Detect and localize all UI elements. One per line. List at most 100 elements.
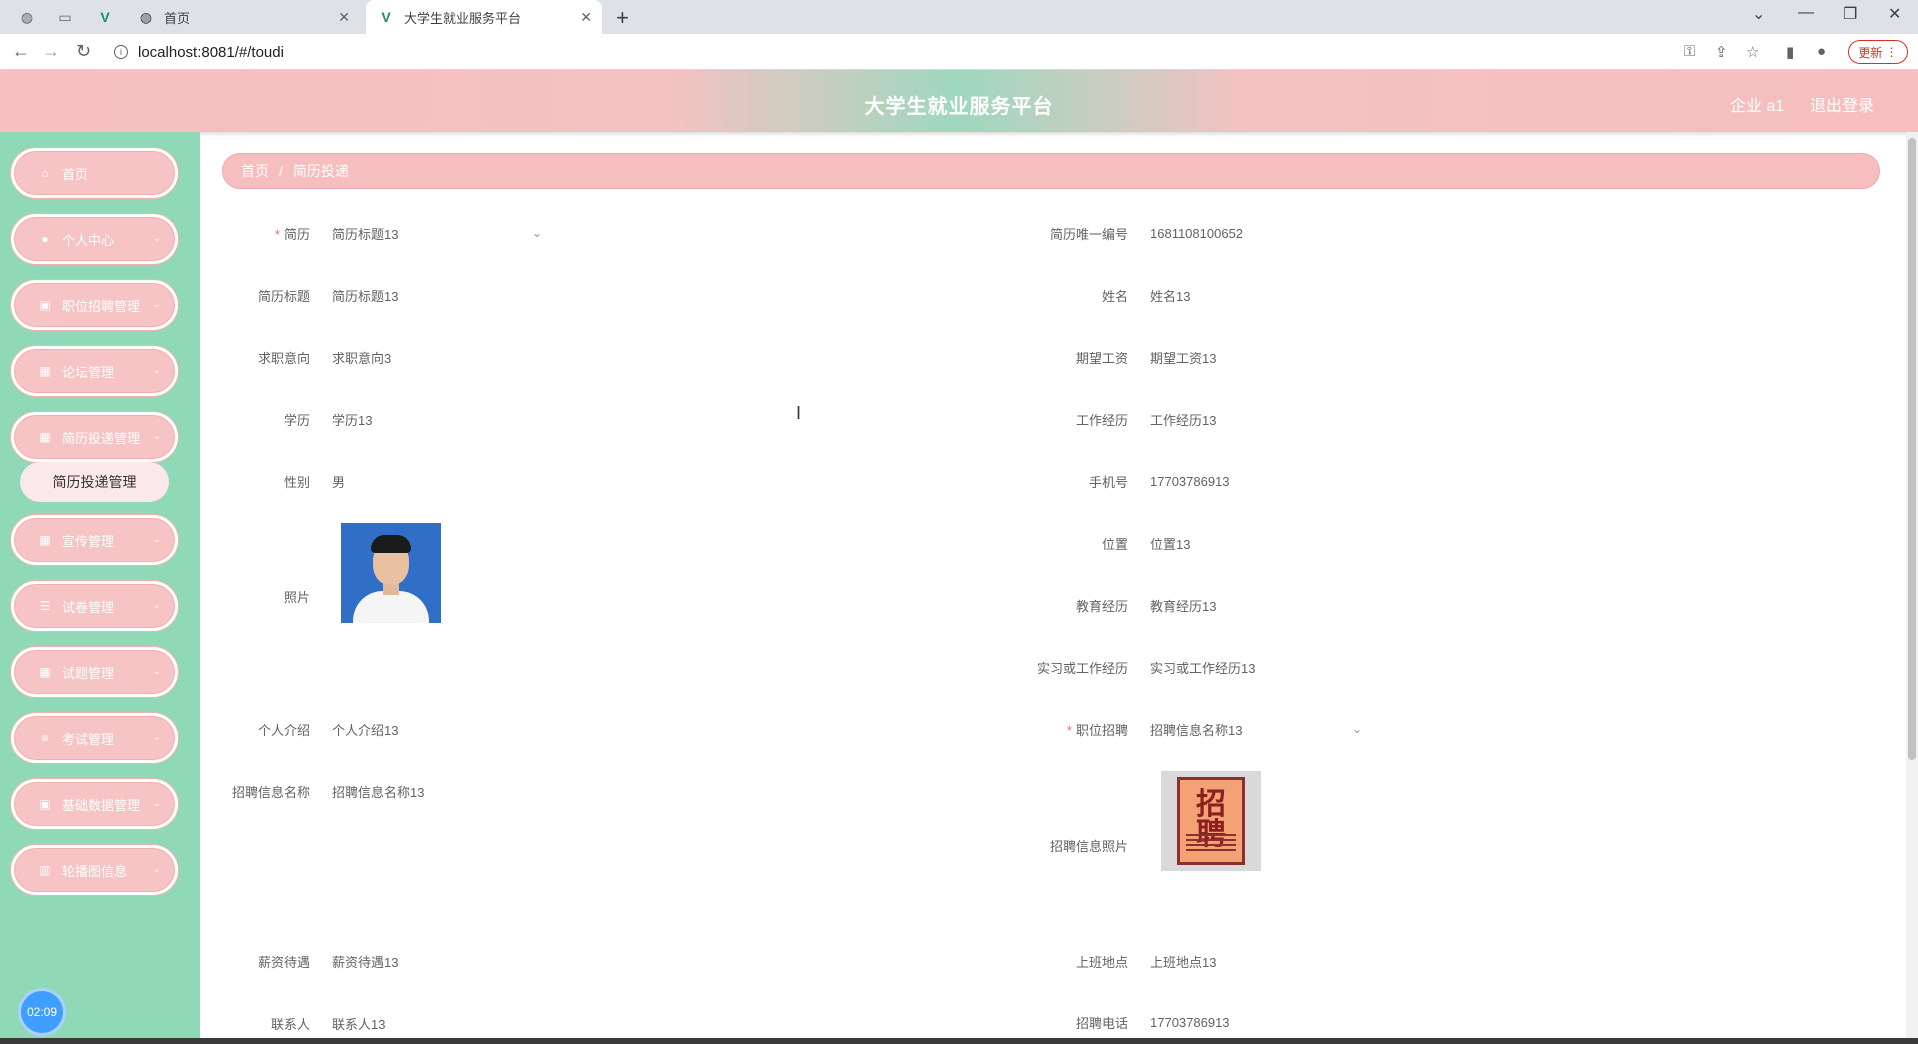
field-education: 学历 学历13 xyxy=(283,412,373,428)
sidebar-item-exams[interactable]: ≡ 考试管理 ⌄ xyxy=(11,713,178,763)
field-resume-id: 简历唯一编号 1681108100652 xyxy=(1049,225,1244,242)
text-cursor-icon: I xyxy=(796,403,802,423)
chevron-down-icon[interactable]: ⌄ xyxy=(1352,722,1362,736)
grid-icon: ▦ xyxy=(39,665,51,679)
field-job-intention: 求职意向 求职意向3 xyxy=(257,350,392,366)
tab-active[interactable]: V 大学生就业服务平台 ✕ xyxy=(366,0,602,34)
grid-icon: ▦ xyxy=(39,430,51,444)
sidebar-item-personal-center[interactable]: ● 个人中心 ⌄ xyxy=(11,214,178,264)
sidebar-item-home[interactable]: ⌂ 首页 xyxy=(11,148,178,198)
field-self-intro: 个人介绍 个人介绍13 xyxy=(257,722,399,738)
resume-photo xyxy=(341,523,441,623)
scrollbar-thumb[interactable] xyxy=(1908,138,1916,760)
field-job-posting: * 职位招聘 招聘信息名称13 xyxy=(1020,717,1243,741)
chevron-down-icon[interactable]: ⌄ xyxy=(532,226,542,240)
chevron-down-icon: ⌄ xyxy=(152,732,161,743)
field-photo-label: 照片 xyxy=(283,589,310,605)
sidebar-item-base-data[interactable]: ▣ 基础数据管理 ⌄ xyxy=(11,779,178,829)
sidebar-item-papers[interactable]: ☰ 试卷管理 ⌄ xyxy=(11,581,178,631)
resume-select[interactable]: 简历标题13 xyxy=(332,224,398,243)
tab-home[interactable]: ◍ 首页 ✕ xyxy=(128,0,360,34)
job-posting-select[interactable]: 招聘信息名称13 xyxy=(1150,720,1242,739)
key-icon[interactable]: ⚿ xyxy=(1684,43,1695,60)
sidebar-item-resume-delivery[interactable]: ▦ 简历投递管理 ⌄ xyxy=(11,412,178,462)
recruit-poster-image: 招聘 xyxy=(1161,771,1261,871)
list-icon: ≡ xyxy=(41,731,49,745)
field-work-experience: 工作经历 工作经历13 xyxy=(1075,412,1217,428)
page-scrollbar[interactable] xyxy=(1906,132,1918,1038)
star-icon[interactable]: ☆ xyxy=(1746,43,1759,61)
chevron-down-icon: ⌄ xyxy=(152,600,161,611)
chevron-down-icon[interactable]: ⌄ xyxy=(1752,4,1765,24)
breadcrumb: 首页 / 简历投递 xyxy=(222,153,1880,189)
clipboard-icon: ▣ xyxy=(39,797,51,811)
field-recruit-name: 招聘信息名称 招聘信息名称13 xyxy=(231,784,425,800)
chevron-down-icon: ⌄ xyxy=(152,666,161,677)
close-tab-icon[interactable]: ✕ xyxy=(580,9,592,26)
close-tab-icon[interactable]: ✕ xyxy=(338,9,350,26)
chevron-down-icon: ⌄ xyxy=(152,864,161,875)
chevron-down-icon: ⌄ xyxy=(152,431,161,442)
sidebar-item-job-recruitment[interactable]: ▣ 职位招聘管理 ⌄ xyxy=(11,280,178,330)
app-title: 大学生就业服务平台 xyxy=(864,96,1054,118)
info-icon[interactable]: i xyxy=(114,45,128,59)
field-location: 位置 位置13 xyxy=(1101,536,1191,552)
field-education-experience: 教育经历 教育经历13 xyxy=(1075,598,1217,614)
field-salary: 薪资待遇 薪资待遇13 xyxy=(257,954,399,970)
breadcrumb-separator: / xyxy=(279,163,283,179)
restore-icon[interactable]: ❐ xyxy=(1843,4,1857,24)
globe-icon: ◍ xyxy=(139,8,153,25)
field-phone: 手机号 17703786913 xyxy=(1088,473,1230,490)
user-icon: ● xyxy=(41,232,49,246)
logout-link[interactable]: 退出登录 xyxy=(1810,92,1874,116)
field-expected-salary: 期望工资 期望工资13 xyxy=(1075,350,1217,366)
browser-toolbar: ← → ↻ i localhost:8081/#/toudi ⚿ ⇪ ☆ ▮ ●… xyxy=(0,34,1918,70)
field-work-place: 上班地点 上班地点13 xyxy=(1075,954,1217,970)
clipboard-icon: ▣ xyxy=(39,298,51,312)
close-window-icon[interactable]: ✕ xyxy=(1888,4,1901,24)
field-resume: * 简历 简历标题13 xyxy=(222,221,399,245)
minimize-icon[interactable]: — xyxy=(1798,4,1814,22)
home-icon: ⌂ xyxy=(41,166,49,180)
address-bar[interactable]: i localhost:8081/#/toudi xyxy=(114,40,284,64)
browser-tab-strip: ◍ ▭ V ◍ 首页 ✕ V 大学生就业服务平台 ✕ + ⌄ — ❐ ✕ xyxy=(0,0,1918,34)
field-gender: 性别 男 xyxy=(283,474,346,490)
grid-icon: ▦ xyxy=(39,533,51,547)
field-resume-title: 简历标题 简历标题13 xyxy=(257,288,399,304)
blank-tab-icon[interactable]: ▭ xyxy=(56,8,74,26)
profile-icon[interactable]: ● xyxy=(1817,43,1826,60)
chart-icon: ▥ xyxy=(39,863,51,877)
sliders-icon: ☰ xyxy=(39,599,51,613)
submenu-resume-delivery[interactable]: 简历投递管理 xyxy=(20,462,169,502)
side-panel-icon[interactable]: ▮ xyxy=(1786,43,1794,61)
share-icon[interactable]: ⇪ xyxy=(1715,43,1728,61)
chevron-down-icon: ⌄ xyxy=(152,798,161,809)
breadcrumb-current: 简历投递 xyxy=(292,163,349,179)
update-button[interactable]: 更新 ⋮ xyxy=(1848,40,1908,64)
forward-arrow-icon[interactable]: → xyxy=(42,41,60,62)
clock-badge[interactable]: 02:09 xyxy=(18,988,66,1036)
chevron-down-icon: ⌄ xyxy=(152,299,161,310)
reload-icon[interactable]: ↻ xyxy=(76,41,91,62)
sidebar-item-forum[interactable]: ▦ 论坛管理 ⌄ xyxy=(11,346,178,396)
field-recruit-photo-label: 招聘信息照片 xyxy=(1049,838,1128,854)
sidebar-item-carousel[interactable]: ▥ 轮播图信息 ⌄ xyxy=(11,845,178,895)
field-internship: 实习或工作经历 实习或工作经历13 xyxy=(1036,660,1256,676)
globe-icon[interactable]: ◍ xyxy=(18,8,36,26)
grid-icon: ▦ xyxy=(39,364,51,378)
back-arrow-icon[interactable]: ← xyxy=(12,41,30,62)
sidebar-item-promotion[interactable]: ▦ 宣传管理 ⌄ xyxy=(11,515,178,565)
new-tab-icon[interactable]: + xyxy=(616,5,629,31)
sidebar: ⌂ 首页 ● 个人中心 ⌄ ▣ 职位招聘管理 ⌄ ▦ 论坛管理 ⌄ ▦ 简历投递… xyxy=(0,132,200,1044)
vue-logo-icon: V xyxy=(381,9,391,25)
field-recruit-phone: 招聘电话 17703786913 xyxy=(1075,1014,1230,1031)
chevron-down-icon: ⌄ xyxy=(152,365,161,376)
sidebar-item-questions[interactable]: ▦ 试题管理 ⌄ xyxy=(11,647,178,697)
vue-logo-icon[interactable]: V xyxy=(96,8,114,26)
chevron-down-icon: ⌄ xyxy=(152,534,161,545)
breadcrumb-home[interactable]: 首页 xyxy=(241,161,269,181)
app-header: 大学生就业服务平台 企业 a1 退出登录 xyxy=(0,70,1918,132)
current-user: 企业 a1 xyxy=(1730,98,1785,115)
bottom-edge xyxy=(0,1038,1918,1044)
chevron-down-icon: ⌄ xyxy=(152,233,161,244)
